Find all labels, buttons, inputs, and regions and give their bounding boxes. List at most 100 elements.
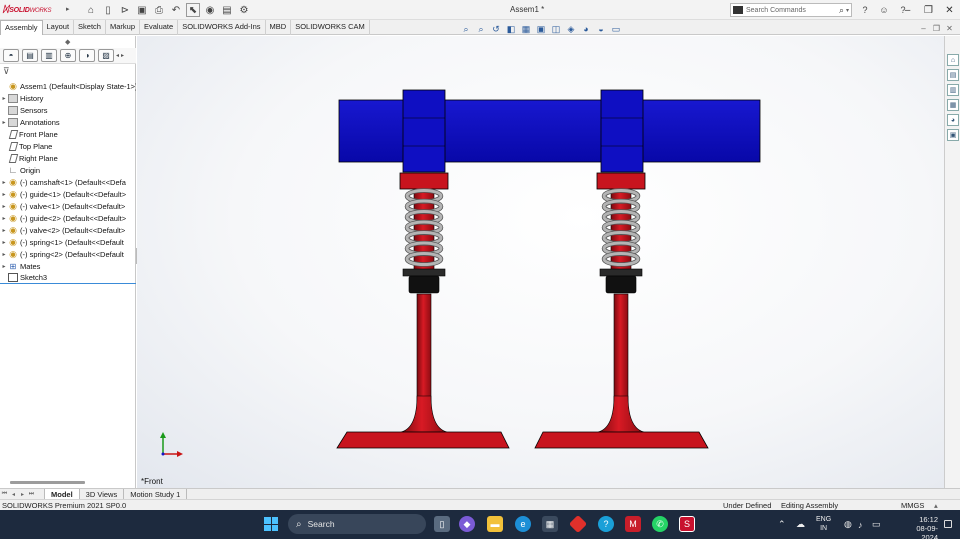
camshaft-lobe-2[interactable] (600, 89, 644, 173)
tab-markup[interactable]: Markup (106, 20, 140, 35)
horizontal-scrollbar[interactable] (10, 481, 85, 484)
tab-mbd[interactable]: MBD (266, 20, 292, 35)
expand-arrow-icon[interactable]: ▸ (0, 203, 8, 210)
tab-sketch[interactable]: Sketch (74, 20, 106, 35)
tree-item[interactable]: ▸ ◉ (-) spring<1> (Default<<Default (0, 236, 136, 248)
viewport-close-icon[interactable]: ✕ (943, 23, 956, 34)
whatsapp-icon[interactable]: ✆ (652, 516, 668, 532)
feature-manager-tree-icon[interactable]: ◓ (3, 49, 19, 62)
bottom-tab-motion-study-1[interactable]: Motion Study 1 (124, 488, 188, 500)
solidworks-resources-icon[interactable]: ⌂ (947, 54, 959, 66)
undo-icon[interactable]: ↶ (169, 3, 183, 17)
tree-item[interactable]: Front Plane (0, 128, 136, 140)
show-hidden-icons-icon[interactable]: ⌃ (778, 510, 786, 539)
solidworks-taskbar-icon[interactable]: S (679, 516, 695, 532)
tab-solidworks-add-ins[interactable]: SOLIDWORKS Add-Ins (178, 20, 266, 35)
custom-properties-icon[interactable]: ▣ (947, 129, 959, 141)
expand-arrow-icon[interactable]: ▸ (0, 95, 8, 102)
wifi-icon[interactable]: ◍ (844, 510, 852, 539)
tree-item[interactable]: ▸ ◉ (-) guide<1> (Default<<Default> (0, 188, 136, 200)
new-document-icon[interactable]: ▯ (101, 3, 115, 17)
search-commands-input[interactable]: Search Commands (746, 7, 839, 14)
tree-item[interactable]: ◉ Assem1 (Default<Display State-1>) (0, 80, 136, 92)
taskbar-search[interactable]: ⌕ Search (288, 514, 426, 534)
tree-item[interactable]: ▸ ◉ (-) valve<2> (Default<<Default> (0, 224, 136, 236)
valve-1[interactable] (336, 172, 510, 449)
menu-expand-arrow-icon[interactable]: ▸ (66, 5, 70, 13)
display-style-icon[interactable]: ◫ (550, 23, 562, 35)
solidworks-logo[interactable]: ᛞSOLIDWORKS (3, 4, 51, 14)
minimize-icon[interactable]: – (897, 0, 918, 20)
first-tab-icon[interactable]: ⏮ (0, 491, 9, 498)
units-chevron-icon[interactable]: ▴ (934, 501, 938, 510)
app-red-diamond-icon[interactable] (568, 514, 588, 534)
valve-2[interactable] (534, 172, 709, 449)
tab-evaluate[interactable]: Evaluate (140, 20, 179, 35)
tab-assembly[interactable]: Assembly (0, 20, 43, 35)
expand-arrow-icon[interactable]: ▸ (0, 263, 8, 270)
zoom-to-fit-icon[interactable]: ⌕ (460, 23, 472, 35)
expand-arrow-icon[interactable]: ▸ (0, 239, 8, 246)
home-icon[interactable]: ⌂ (84, 3, 98, 17)
language-indicator[interactable]: ENG IN (816, 515, 831, 533)
last-tab-icon[interactable]: ⏭ (27, 491, 36, 498)
notification-icon[interactable] (944, 520, 952, 528)
copilot-icon[interactable]: ◆ (459, 516, 475, 532)
save-icon[interactable]: ▣ (135, 3, 149, 17)
dimxpert-icon[interactable]: ⊕ (60, 49, 76, 62)
print-icon[interactable]: ⎙ (152, 3, 166, 17)
taskbar-clock[interactable]: 16:12 08-09-2024 (906, 515, 938, 542)
file-explorer-icon[interactable]: ▬ (487, 516, 503, 532)
tree-item[interactable]: ▸ ◉ (-) spring<2> (Default<<Default (0, 248, 136, 260)
tree-item[interactable]: ∟ Origin (0, 164, 136, 176)
camshaft[interactable] (338, 99, 761, 163)
expand-arrow-icon[interactable]: ▸ (0, 179, 8, 186)
appearances-icon[interactable]: ◕ (947, 114, 959, 126)
pin-icon[interactable]: ◆ (65, 38, 70, 46)
apply-scene-icon[interactable]: ◒ (595, 23, 607, 35)
expand-arrow-icon[interactable]: ▸ (0, 215, 8, 222)
bottom-tab-3d-views[interactable]: 3D Views (80, 488, 125, 500)
options-gear-icon[interactable]: ⚙ (237, 3, 251, 17)
chevron-down-icon[interactable]: ▾ (846, 7, 849, 14)
dynamic-annotation-icon[interactable]: ▦ (520, 23, 532, 35)
bottom-tab-model[interactable]: Model (44, 488, 80, 500)
property-manager-icon[interactable]: ▤ (22, 49, 38, 62)
tree-item[interactable]: Top Plane (0, 140, 136, 152)
restore-icon[interactable]: ❐ (918, 0, 939, 20)
user-icon[interactable]: ☺ (877, 3, 891, 17)
tree-item[interactable]: ▸ ◉ (-) camshaft<1> (Default<<Defa (0, 176, 136, 188)
volume-icon[interactable]: ♪ (858, 510, 863, 539)
tree-item[interactable]: ▸ ◉ (-) guide<2> (Default<<Default> (0, 212, 136, 224)
guide-1[interactable] (402, 268, 446, 294)
rebuild-icon[interactable]: ◉ (203, 3, 217, 17)
hide-show-items-icon[interactable]: ◈ (565, 23, 577, 35)
viewport-restore-icon[interactable]: ❐ (930, 23, 943, 34)
view-orientation-icon[interactable]: ▣ (535, 23, 547, 35)
expand-arrow-icon[interactable]: ▸ (0, 191, 8, 198)
search-icon[interactable]: ⌕ (839, 5, 844, 16)
tree-item[interactable]: Sketch3 (0, 272, 136, 284)
task-view-icon[interactable]: ▯ (434, 516, 450, 532)
expand-arrow-icon[interactable]: ▸ (0, 119, 8, 126)
tree-item[interactable]: Sensors (0, 104, 136, 116)
tree-item[interactable]: Right Plane (0, 152, 136, 164)
tab-solidworks-cam[interactable]: SOLIDWORKS CAM (291, 20, 370, 35)
edge-browser-icon[interactable]: e (515, 516, 531, 532)
graphics-area[interactable]: *Front (137, 36, 944, 488)
weather-icon[interactable]: ☁ (796, 510, 805, 539)
tabs-scroll-left-icon[interactable]: ◂ (116, 52, 119, 59)
edit-appearance-icon[interactable]: ◕ (580, 23, 592, 35)
file-explorer-icon[interactable]: ▥ (947, 84, 959, 96)
open-icon[interactable]: ⊳ (118, 3, 132, 17)
design-library-icon[interactable]: ▤ (947, 69, 959, 81)
filter-icon[interactable]: ⊽ (3, 66, 10, 77)
unit-system[interactable]: MMGS (901, 501, 924, 510)
tree-item[interactable]: ▸ Annotations (0, 116, 136, 128)
viewport-minimize-icon[interactable]: – (917, 23, 930, 34)
tab-layout[interactable]: Layout (43, 20, 75, 35)
windows-start-icon[interactable] (264, 517, 278, 531)
prev-tab-icon[interactable]: ◂ (9, 491, 18, 498)
search-commands-box[interactable]: Search Commands ⌕ ▾ (730, 3, 852, 17)
guide-2[interactable] (599, 268, 643, 294)
